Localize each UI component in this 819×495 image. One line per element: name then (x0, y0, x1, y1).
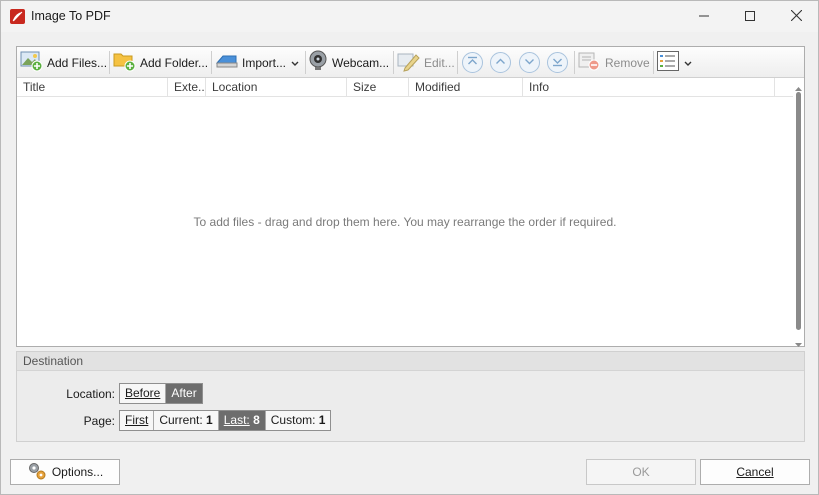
move-bottom-button[interactable] (547, 52, 568, 73)
vertical-scrollbar[interactable] (793, 78, 804, 347)
cancel-label: Cancel (736, 465, 774, 479)
import-button[interactable]: Import... (215, 49, 299, 76)
add-folder-icon (113, 50, 137, 75)
file-toolbar: Add Files... Add Folder... Import... Web… (17, 47, 804, 78)
column-header-row: Title Exte... Location Size Modified Inf… (17, 78, 793, 97)
maximize-button[interactable] (727, 1, 773, 32)
maximize-icon (745, 10, 755, 24)
edit-button[interactable]: Edit... (397, 49, 455, 76)
options-label: Options... (51, 465, 104, 479)
ok-button[interactable]: OK (586, 459, 696, 485)
pdf-app-icon (10, 9, 25, 24)
location-before-option[interactable]: Before (120, 384, 167, 403)
page-current-option[interactable]: Current: 1 (154, 411, 219, 430)
remove-button[interactable]: Remove (578, 49, 650, 76)
add-folder-button[interactable]: Add Folder... (113, 49, 208, 76)
file-list-panel: Add Files... Add Folder... Import... Web… (16, 46, 805, 347)
toolbar-separator (305, 51, 306, 74)
move-top-button[interactable] (462, 52, 483, 73)
chevron-down-icon (291, 56, 299, 70)
window-title: Image To PDF (31, 9, 111, 23)
remove-icon (578, 50, 602, 75)
column-header-size[interactable]: Size (347, 78, 409, 97)
location-after-option[interactable]: After (166, 384, 202, 403)
close-icon (790, 9, 802, 24)
toolbar-separator (574, 51, 575, 74)
move-up-icon (495, 56, 506, 70)
page-segmented-control: First Current: 1 Last: 8 Custom: 1 (119, 410, 332, 431)
add-files-label: Add Files... (47, 55, 108, 70)
scroll-down-icon[interactable] (795, 337, 802, 347)
move-up-button[interactable] (490, 52, 511, 73)
page-first-option[interactable]: First (120, 411, 155, 430)
edit-icon (397, 50, 421, 75)
column-header-info[interactable]: Info (523, 78, 775, 97)
add-image-icon (20, 50, 44, 75)
remove-label: Remove (605, 55, 650, 70)
column-header-extension[interactable]: Exte... (168, 78, 206, 97)
move-bottom-icon (552, 56, 563, 70)
empty-list-message: To add files - drag and drop them here. … (193, 215, 617, 229)
edit-label: Edit... (424, 55, 455, 70)
page-last-option[interactable]: Last: 8 (218, 411, 266, 430)
gears-icon (27, 461, 47, 484)
move-down-icon (524, 56, 535, 70)
options-button[interactable]: Options... (10, 459, 120, 485)
page-label: Page: (83, 414, 115, 428)
title-bar: Image To PDF (1, 1, 818, 32)
scroll-up-icon[interactable] (795, 81, 802, 91)
webcam-icon (307, 50, 329, 75)
destination-panel: Destination Location: Before After Page:… (16, 351, 805, 442)
toolbar-separator (457, 51, 458, 74)
move-down-button[interactable] (519, 52, 540, 73)
move-top-icon (467, 56, 478, 70)
location-label: Location: (66, 387, 115, 401)
column-header-modified[interactable]: Modified (409, 78, 523, 97)
scrollbar-thumb[interactable] (796, 92, 801, 330)
view-list-icon (657, 51, 679, 74)
ok-label: OK (632, 465, 650, 479)
page-custom-option[interactable]: Custom: 1 (266, 411, 331, 430)
image-to-pdf-dialog: Image To PDF Add Files... Add Folder... … (0, 0, 819, 495)
scanner-icon (215, 50, 239, 75)
import-label: Import... (242, 55, 287, 70)
webcam-label: Webcam... (332, 55, 390, 70)
minimize-button[interactable] (681, 1, 727, 32)
add-files-button[interactable]: Add Files... (20, 49, 107, 76)
cancel-button[interactable]: Cancel (700, 459, 810, 485)
column-header-title[interactable]: Title (17, 78, 168, 97)
webcam-button[interactable]: Webcam... (307, 49, 389, 76)
toolbar-separator (393, 51, 394, 74)
location-segmented-control: Before After (119, 383, 203, 404)
destination-heading: Destination (17, 352, 804, 371)
toolbar-separator (653, 51, 654, 74)
column-header-location[interactable]: Location (206, 78, 347, 97)
add-folder-label: Add Folder... (140, 55, 209, 70)
minimize-icon (699, 10, 709, 24)
chevron-down-icon (684, 56, 692, 70)
toolbar-separator (211, 51, 212, 74)
close-button[interactable] (773, 1, 819, 32)
view-options-button[interactable] (657, 49, 692, 76)
toolbar-separator (109, 51, 110, 74)
